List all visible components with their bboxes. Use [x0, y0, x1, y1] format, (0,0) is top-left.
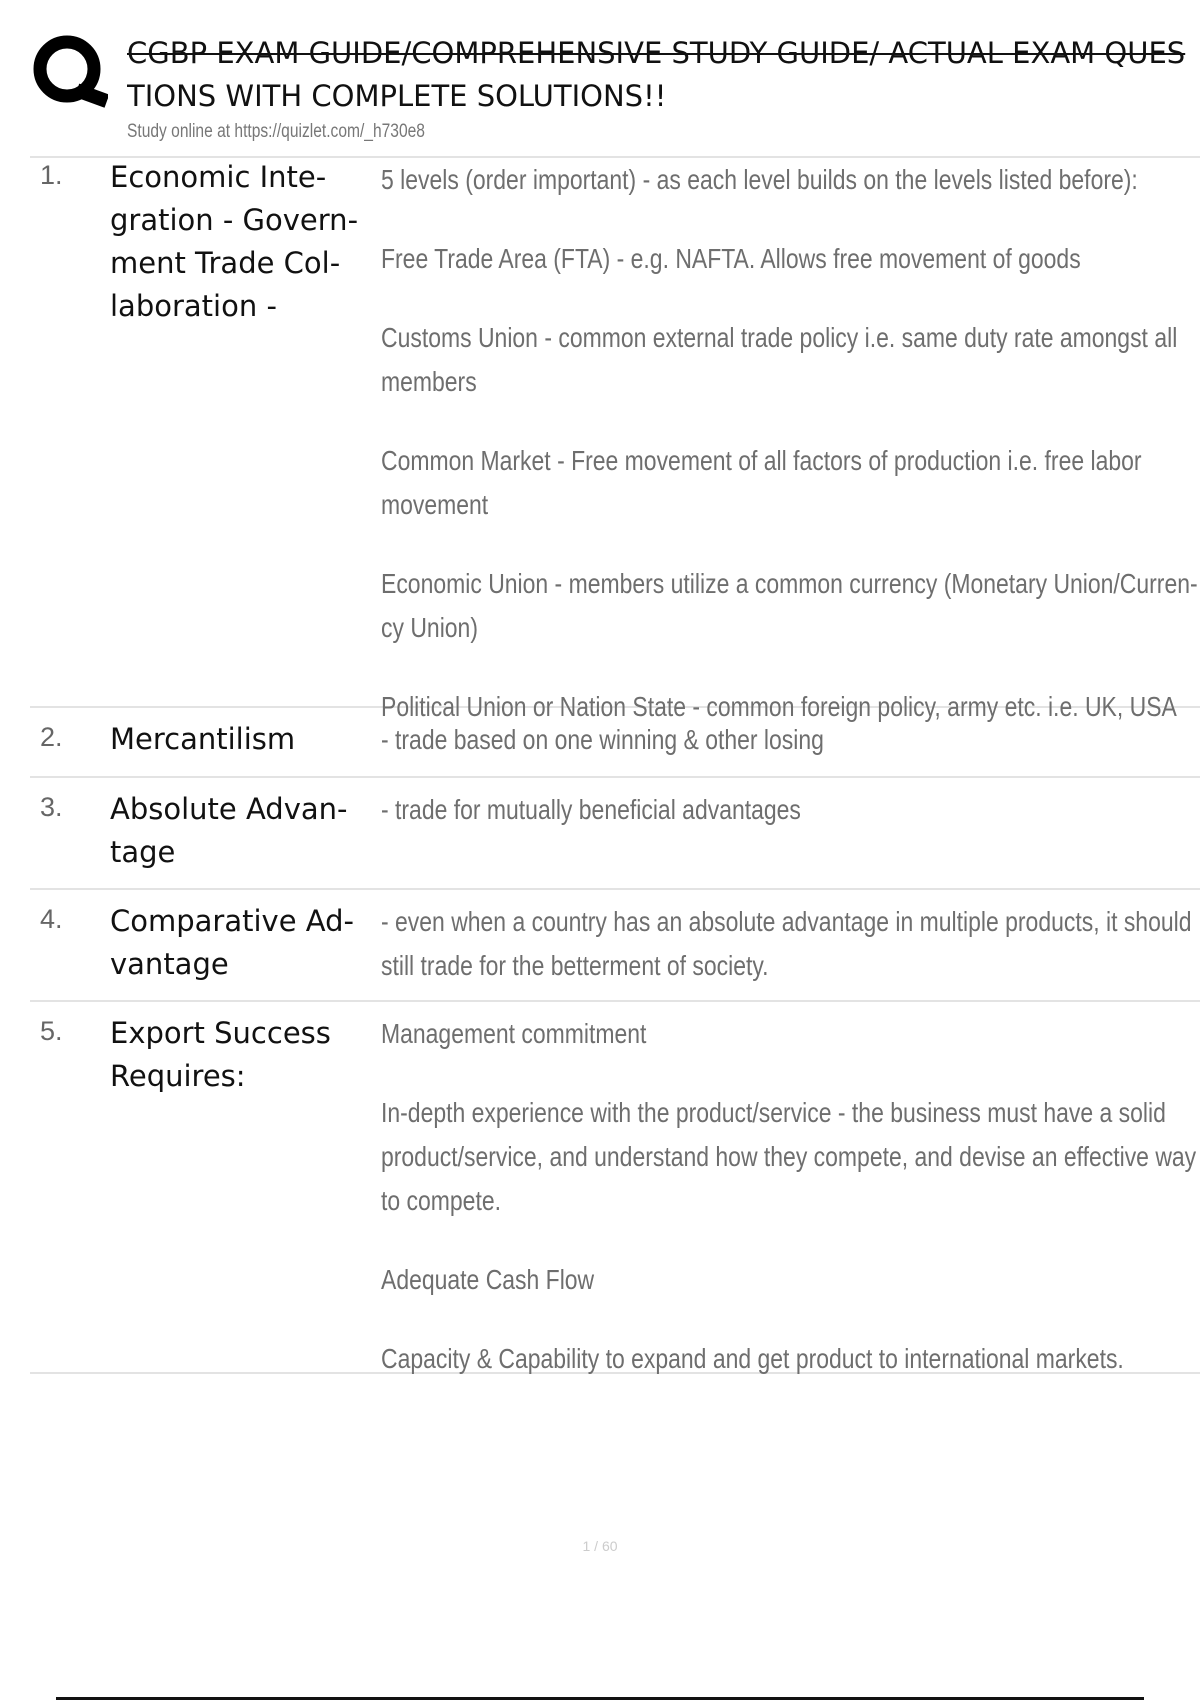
study-online-link[interactable]: Study online at https://quizlet.com/_h73…: [127, 121, 425, 143]
definition-line: In-depth experience with the product/ser…: [381, 1097, 1166, 1128]
term-row: 1. Economic Inte- gration - Govern- ment …: [30, 158, 1200, 722]
term-row: 3. Absolute Advan- tage - trade for mutual…: [30, 778, 1200, 888]
definition-line: Management commitment: [381, 1018, 647, 1049]
term-row: 4. Comparative Ad- vantage - even when a c…: [30, 890, 1200, 1000]
term-definition: 5 levels (order important) - as each lev…: [381, 158, 1200, 729]
term-row: 5. Export Success Requires: Management com…: [30, 1002, 1200, 1374]
terms-list: 1. Economic Inte- gration - Govern- ment …: [30, 156, 1200, 1374]
document-title-line-2: TIONS WITH COMPLETE SOLUTIONS!!: [127, 79, 667, 113]
page-number: 1 / 60: [582, 1538, 618, 1554]
term-definition: - even when a country has an absolute ad…: [381, 900, 1200, 988]
definition-line: Customs Union - common external trade po…: [381, 322, 1178, 353]
term-title: Mercantilism: [110, 722, 296, 756]
definition-line: Capacity & Capability to expand and get …: [381, 1343, 1124, 1374]
definition-line: Free Trade Area (FTA) - e.g. NAFTA. Allo…: [381, 243, 1081, 274]
definition-line: product/service, and understand how they…: [381, 1141, 1197, 1172]
term-number: 5.: [40, 1016, 63, 1046]
definition-line: Common Market - Free movement of all fac…: [381, 445, 1142, 476]
quizlet-q-logo-icon: [33, 35, 108, 108]
definition-line: still trade for the betterment of societ…: [381, 950, 769, 981]
definition-line: to compete.: [381, 1185, 501, 1216]
definition-line: Adequate Cash Flow: [381, 1264, 595, 1295]
term-row: 2. Mercantilism - trade based on one winni…: [30, 708, 1200, 776]
term-number: 1.: [40, 160, 63, 190]
definition-line: - trade for mutually beneficial advantag…: [381, 794, 801, 825]
page-header: CGBP EXAM GUIDE/COMPREHENSIVE STUDY GUID…: [0, 0, 1200, 160]
term-title: Export Success Requires:: [110, 1016, 331, 1093]
definition-line: - trade based on one winning & other los…: [381, 724, 824, 755]
term-number: 4.: [40, 904, 63, 934]
definition-line: 5 levels (order important) - as each lev…: [381, 164, 1138, 195]
definition-line: members: [381, 366, 477, 397]
term-number: 2.: [40, 722, 63, 752]
definition-line: cy Union): [381, 612, 478, 643]
document-title-line-1: CGBP EXAM GUIDE/COMPREHENSIVE STUDY GUID…: [127, 36, 1186, 70]
term-title: Economic Inte- gration - Govern- ment Tr…: [110, 160, 359, 323]
term-title: Comparative Ad- vantage: [110, 904, 354, 981]
definition-line: - even when a country has an absolute ad…: [381, 906, 1192, 937]
term-title: Absolute Advan- tage: [110, 792, 348, 869]
definition-line: movement: [381, 489, 489, 520]
term-definition: Management commitment In-depth experience…: [381, 1012, 1200, 1381]
term-definition: - trade based on one winning & other los…: [381, 718, 1200, 762]
term-number: 3.: [40, 792, 63, 822]
document-page: CGBP EXAM GUIDE/COMPREHENSIVE STUDY GUID…: [0, 0, 1200, 1700]
term-definition: - trade for mutually beneficial advantag…: [381, 788, 1200, 832]
definition-line: Economic Union - members utilize a commo…: [381, 568, 1198, 599]
